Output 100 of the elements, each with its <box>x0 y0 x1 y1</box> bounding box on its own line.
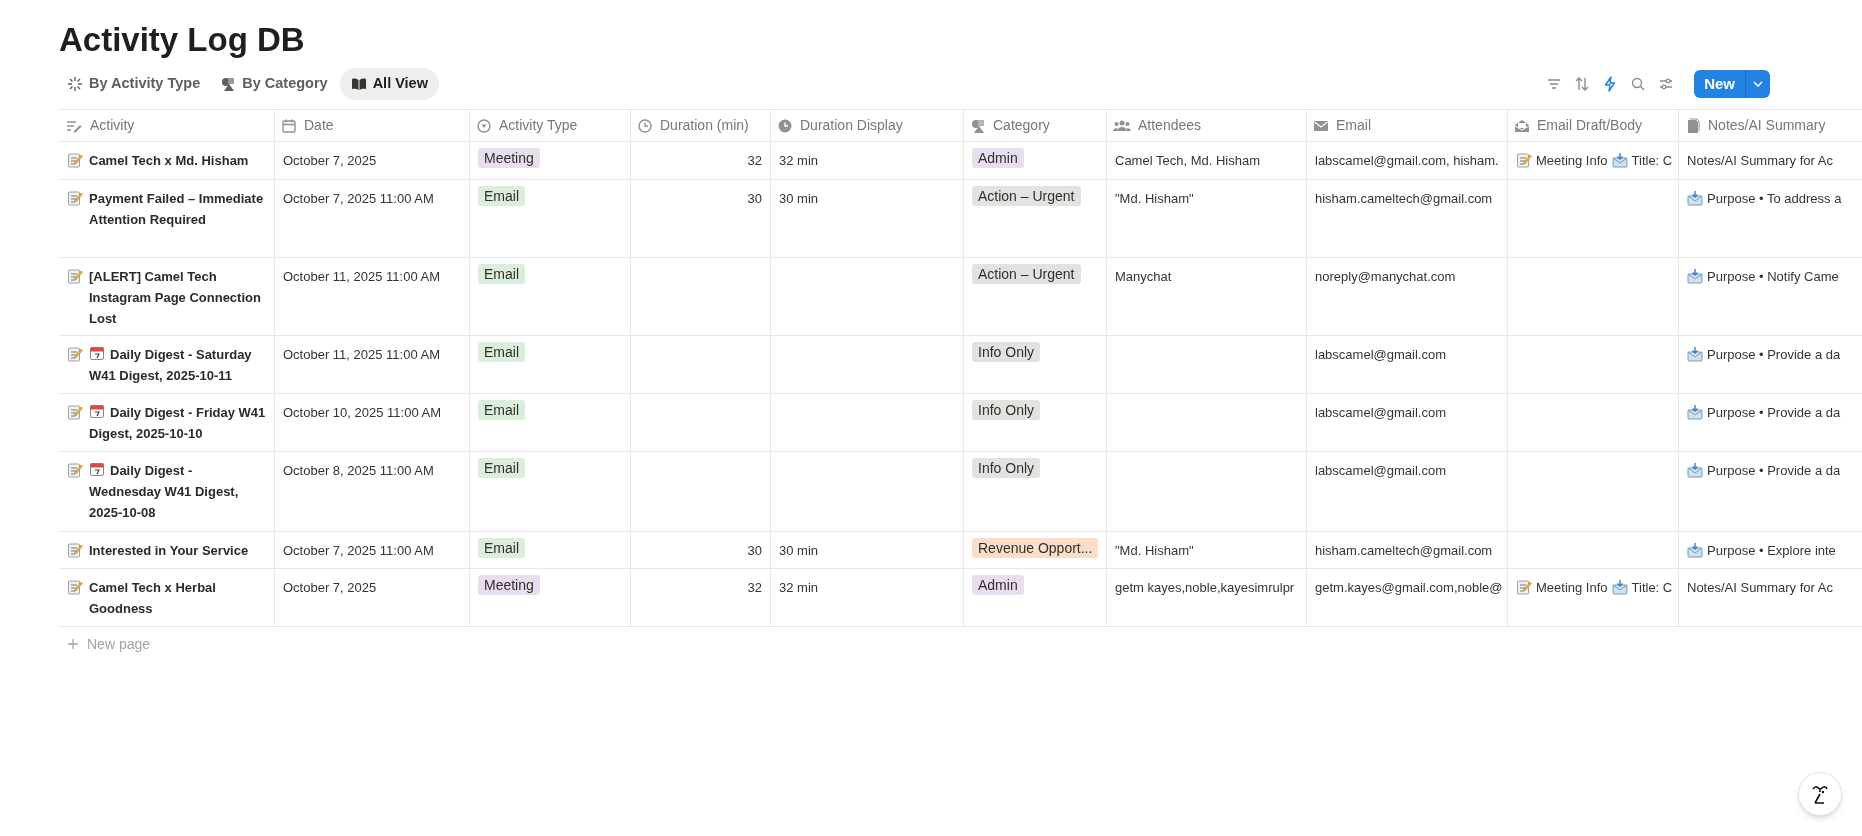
notes-text: Purpose • Provide a da <box>1707 462 1841 480</box>
memo-icon <box>67 346 83 362</box>
notes-text: Purpose • To address a <box>1707 190 1842 208</box>
envelope-icon <box>1687 346 1703 362</box>
column-header[interactable]: Attendees <box>1106 110 1306 141</box>
column-header[interactable]: Email <box>1306 110 1507 141</box>
draft-text: Meeting Info <box>1536 579 1608 597</box>
tag: Email <box>478 342 525 362</box>
row-title[interactable]: Daily Digest - Friday W41 Digest, 2025-10-10 <box>89 402 266 444</box>
squiggle-icon <box>1810 783 1830 805</box>
calendar-icon <box>281 117 297 134</box>
notes-text: Notes/AI Summary for Ac <box>1687 152 1833 170</box>
document-icon <box>1685 117 1701 134</box>
envelope-icon <box>1611 579 1628 595</box>
column-header[interactable]: Category <box>963 110 1106 141</box>
column-header[interactable]: Duration (min) <box>630 110 770 141</box>
duration-text: 30 min <box>779 191 819 206</box>
tag: Info Only <box>972 342 1041 362</box>
date-text: October 7, 2025 11:00 AM <box>283 191 434 206</box>
envelope-icon <box>1687 462 1703 478</box>
date-text: October 7, 2025 <box>283 580 377 595</box>
notes-text: Purpose • Provide a da <box>1707 404 1841 422</box>
email-text: hisham.cameltech@gmail.com <box>1315 191 1493 206</box>
new-button[interactable]: New <box>1694 70 1746 98</box>
memo-icon <box>1516 579 1532 595</box>
memo-icon <box>67 152 83 168</box>
view-tab[interactable]: By Activity Type <box>59 68 209 100</box>
memo-icon <box>67 542 83 558</box>
view-tab[interactable]: All View <box>339 68 439 100</box>
attendees-text: Camel Tech, Md. Hisham <box>1115 153 1260 168</box>
settings-sliders-icon[interactable] <box>1658 76 1675 92</box>
column-header[interactable]: Date <box>274 110 469 141</box>
page-title: Activity Log DB <box>58 20 306 60</box>
attendees-text: getm kayes,noble,kayesimrulpr <box>1115 580 1295 595</box>
row-title[interactable]: Payment Failed – Immediate Attention Required <box>89 188 266 230</box>
dropdown-circle-icon <box>476 117 492 134</box>
duration-text: 32 min <box>779 580 819 595</box>
date-text: October 11, 2025 11:00 AM <box>283 269 441 284</box>
search-icon[interactable] <box>1630 76 1647 92</box>
clock-icon <box>777 117 793 134</box>
envelope-icon <box>1687 404 1703 420</box>
help-button[interactable] <box>1798 772 1842 816</box>
tag: Action – Urgent <box>972 264 1081 284</box>
notes-text: Purpose • Notify Came <box>1707 268 1839 286</box>
column-header[interactable]: Email Draft/Body <box>1507 110 1678 141</box>
row-title[interactable]: Camel Tech x Herbal Goodness <box>89 577 266 619</box>
column-header[interactable]: Notes/AI Summary <box>1678 110 1862 141</box>
column-header[interactable]: Activity Type <box>469 110 630 141</box>
memo-icon <box>67 190 83 206</box>
tag: Meeting <box>478 148 540 168</box>
tag: Info Only <box>972 458 1041 478</box>
date-text: October 8, 2025 11:00 AM <box>283 463 434 478</box>
memo-icon <box>67 462 83 478</box>
tag: Email <box>478 400 525 420</box>
notes-text: Notes/AI Summary for Ac <box>1687 579 1833 597</box>
sort-icon[interactable] <box>1574 76 1591 92</box>
row-title[interactable]: Camel Tech x Md. Hisham <box>89 150 249 171</box>
email-text: noreply@manychat.com <box>1315 269 1456 284</box>
column-header[interactable]: Duration Display <box>770 110 963 141</box>
shapes-icon <box>970 117 986 134</box>
date-text: October 7, 2025 <box>283 153 377 168</box>
number-text: 30 <box>747 543 762 558</box>
duration-text: 30 min <box>779 543 819 558</box>
date-text: October 11, 2025 11:00 AM <box>283 347 441 362</box>
date-text: October 7, 2025 11:00 AM <box>283 543 434 558</box>
tag: Admin <box>972 148 1024 168</box>
open-book-icon <box>350 76 367 92</box>
notes-text: Purpose • Explore inte <box>1707 542 1836 560</box>
duration-text: 32 min <box>779 153 819 168</box>
tag: Meeting <box>478 575 540 595</box>
tag: Action – Urgent <box>972 186 1081 206</box>
column-header[interactable]: Activity <box>59 110 274 141</box>
notes-text: Purpose • Provide a da <box>1707 346 1841 364</box>
tag: Email <box>478 458 525 478</box>
filter-icon[interactable] <box>1546 76 1563 92</box>
envelope-icon <box>1687 268 1703 284</box>
calendar-icon <box>89 461 105 477</box>
row-title[interactable]: Daily Digest - Saturday W41 Digest, 2025-10-11 <box>89 344 266 386</box>
tag: Info Only <box>972 400 1041 420</box>
plus-icon <box>67 638 79 650</box>
memo-icon <box>67 404 83 420</box>
shapes-icon <box>220 76 237 92</box>
row-title[interactable]: Interested in Your Service <box>89 540 249 561</box>
chevron-down-icon <box>1752 78 1764 90</box>
attendees-text: "Md. Hisham" <box>1115 543 1194 558</box>
calendar-icon <box>89 345 105 361</box>
draft-text: Meeting Info <box>1536 152 1608 170</box>
sparkle-icon <box>67 76 83 92</box>
calendar-icon <box>89 403 105 419</box>
clock-icon <box>637 117 653 134</box>
view-tab[interactable]: By Category <box>212 68 336 100</box>
memo-icon <box>1516 152 1532 168</box>
number-text: 32 <box>747 580 762 595</box>
new-button-group[interactable]: New <box>1694 70 1770 98</box>
new-page-button[interactable]: New page <box>59 627 159 661</box>
email-text: labscamel@gmail.com, hisham. <box>1315 153 1499 168</box>
draft-text: Title: C <box>1631 152 1673 170</box>
tag: Email <box>478 186 525 206</box>
row-title[interactable]: Daily Digest - Wednesday W41 Digest, 2025-10-08 <box>89 460 266 523</box>
row-title[interactable]: [ALERT] Camel Tech Instagram Page Connection Lost <box>89 266 266 329</box>
